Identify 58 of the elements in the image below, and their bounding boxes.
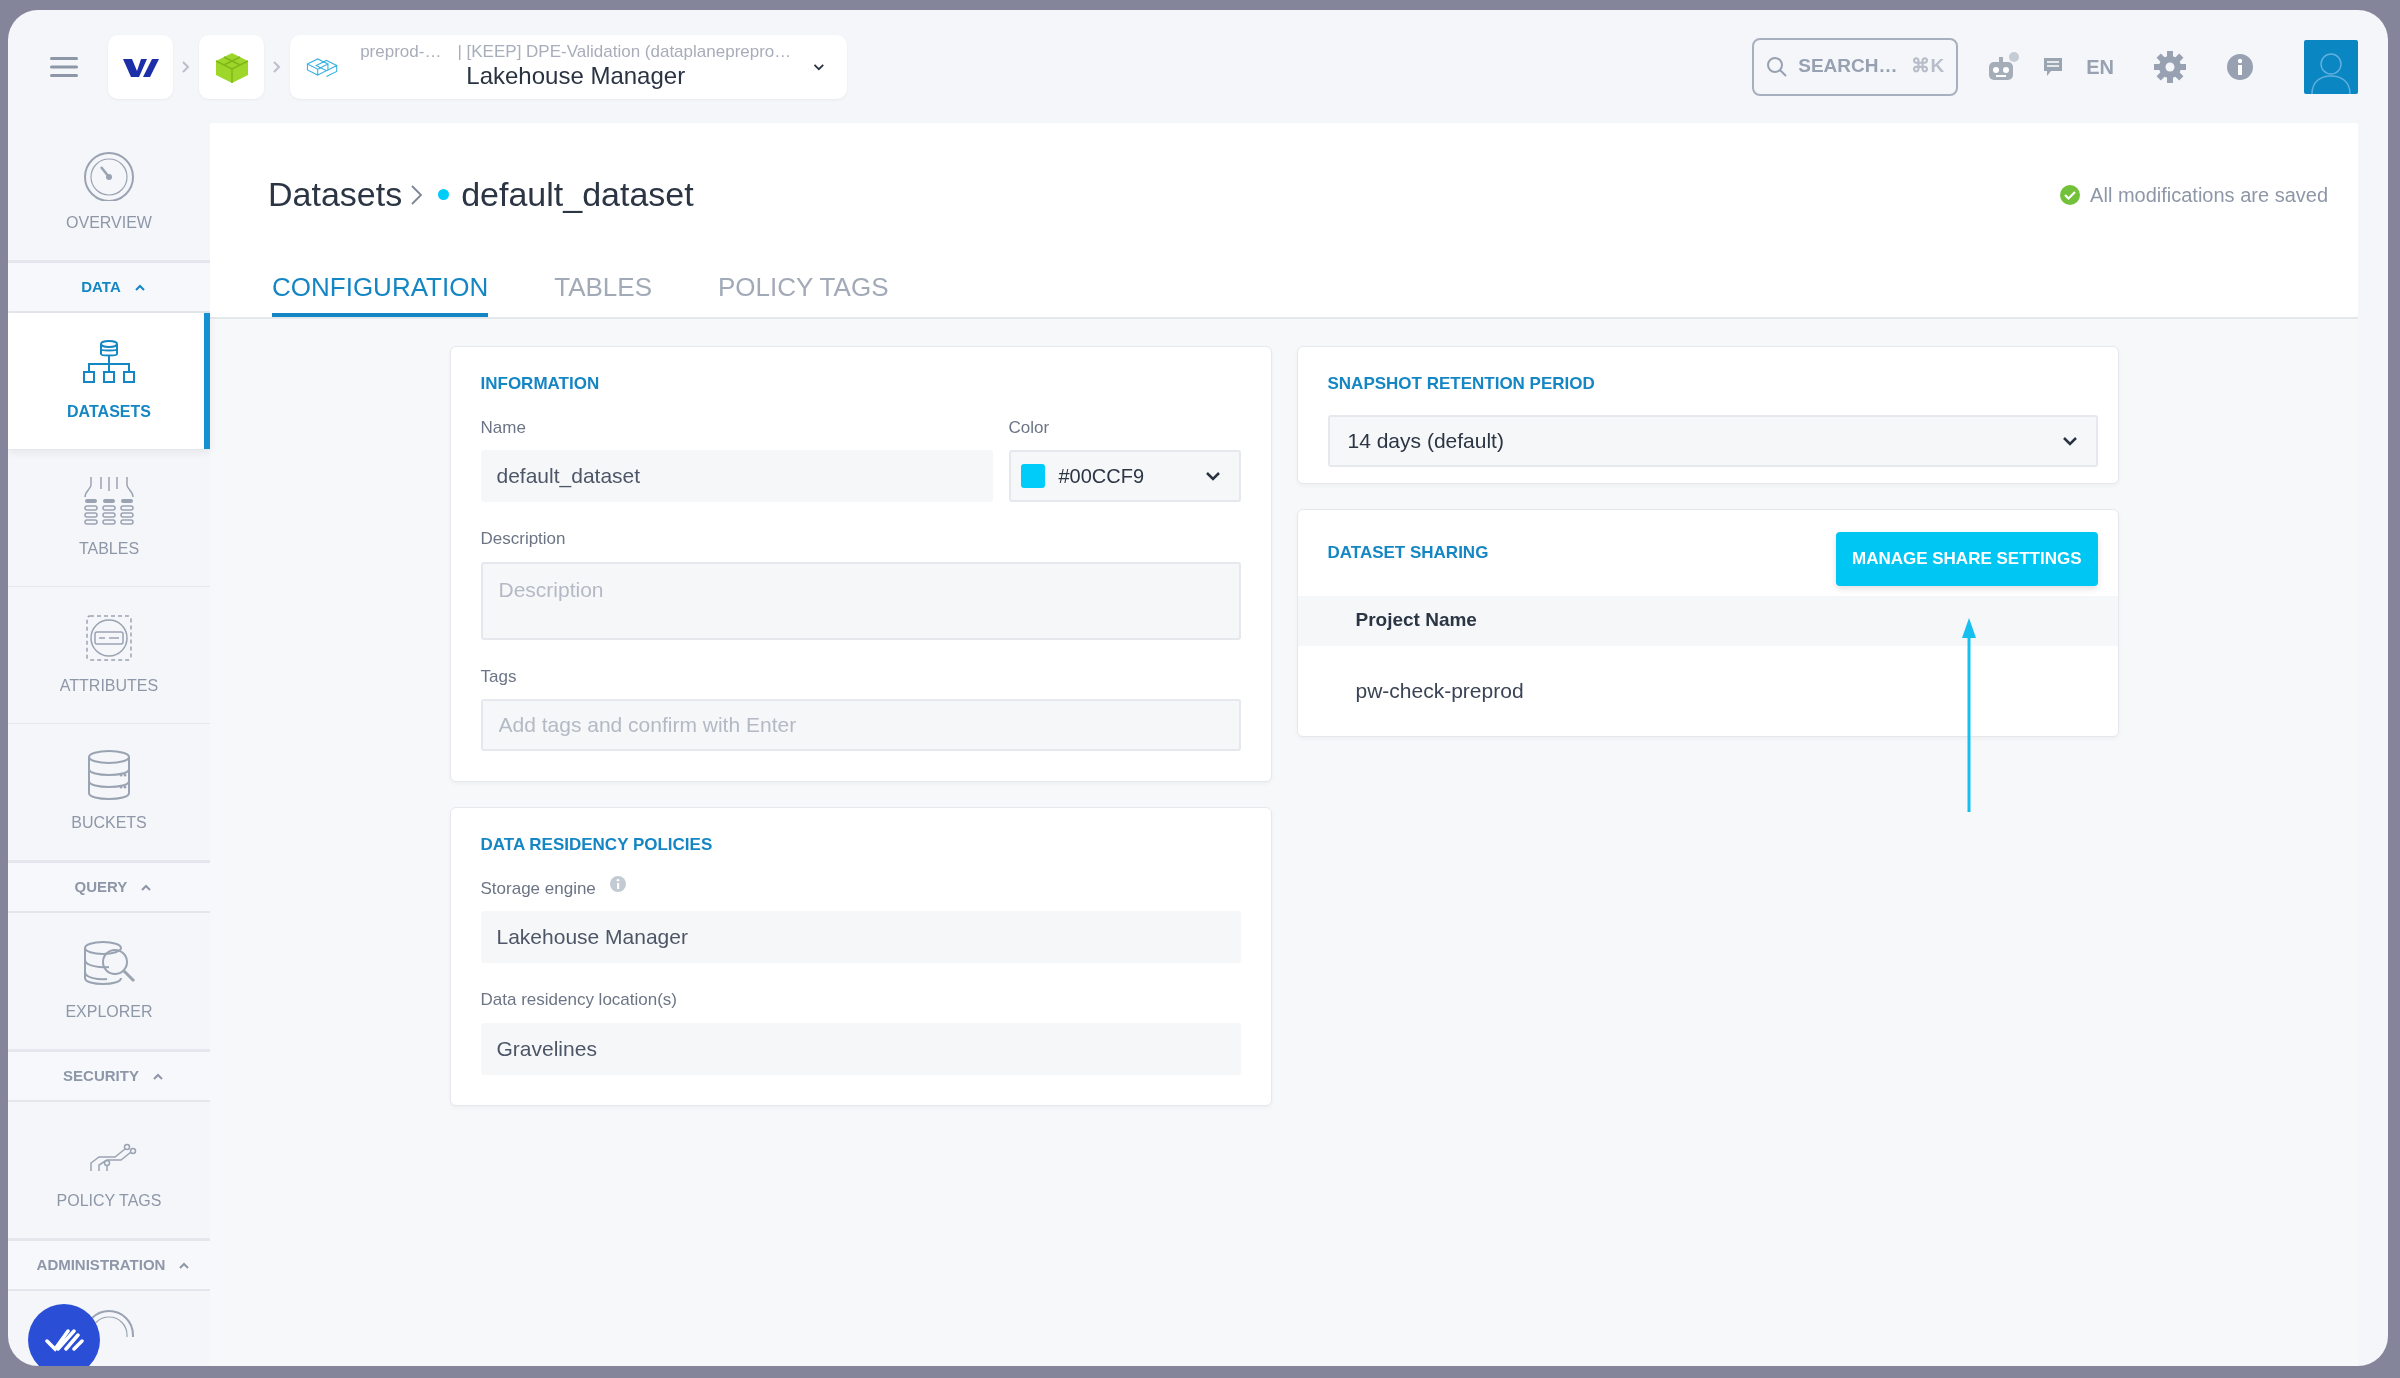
field-label: Name (480, 416, 526, 439)
info-icon[interactable] (2226, 52, 2254, 81)
search-icon (1766, 55, 1789, 78)
page-title: default_dataset (461, 174, 694, 215)
field-label: Color (1008, 416, 1050, 439)
info-icon (609, 875, 626, 892)
check-circle-icon (2060, 184, 2081, 205)
tab[interactable]: TABLES (554, 268, 652, 317)
language-label[interactable]: EN (2086, 51, 2114, 82)
table-cell-text: pw-check-preprod (1355, 677, 1524, 704)
field-label: Storage engine (480, 877, 596, 900)
menu-icon[interactable] (50, 56, 78, 77)
readonly-field[interactable]: Gravelines (480, 1022, 1241, 1075)
logo-icon (122, 56, 159, 77)
sidebar-section[interactable]: DATA (8, 261, 210, 313)
chevron-icon (410, 183, 425, 206)
robot-icon[interactable] (1986, 51, 2021, 82)
save-status: All modifications are saved (2090, 182, 2328, 208)
tab[interactable]: POLICY TAGS (717, 268, 889, 317)
tags-field[interactable]: Add tags and confirm with Enter (480, 699, 1241, 751)
field-label: Tags (480, 665, 517, 688)
project-name: preprod-… (360, 41, 442, 63)
color-dropdown[interactable]: #00CCF9 (1008, 450, 1241, 502)
sidebar-section[interactable]: SECURITY (8, 1050, 210, 1102)
chat-launcher-button[interactable] (28, 1304, 100, 1366)
manage-share-button[interactable]: MANAGE SHARE SETTINGS (1835, 531, 2098, 586)
description-field[interactable]: Description (480, 561, 1241, 640)
workspace-name: | [KEEP] DPE-Validation (dataplaneprepro… (457, 41, 792, 63)
context-selector[interactable]: preprod-… | [KEEP] DPE-Validation (dataplaneprepro… Lakehouse Manager (290, 34, 847, 99)
chevron-down-icon (813, 61, 825, 72)
chevron-down-icon (1204, 471, 1221, 481)
readonly-field[interactable]: Lakehouse Manager (480, 911, 1241, 963)
section-title: INFORMATION (480, 373, 601, 395)
project-button[interactable] (199, 34, 264, 99)
field-label: Description (480, 528, 566, 550)
settings-icon[interactable] (2154, 50, 2186, 83)
field-label: Data residency location(s) (480, 989, 678, 1011)
sidebar-section[interactable]: ADMINISTRATION (8, 1239, 210, 1291)
chevron-icon (181, 59, 191, 74)
chevron-icon (272, 59, 282, 74)
table-stack-icon (81, 475, 137, 527)
shortcut-hint: ⌘K (1911, 54, 1945, 79)
sidebar-section[interactable]: QUERY (8, 861, 210, 913)
chat-icon[interactable] (2042, 55, 2065, 78)
column-header: Project Name (1355, 608, 1477, 633)
chevron-down-icon (2061, 435, 2078, 446)
name-field[interactable]: default_dataset (480, 450, 993, 502)
section-title: DATASET SHARING (1327, 541, 1489, 564)
cubes-icon (213, 50, 250, 83)
section-title: SNAPSHOT RETENTION PERIOD (1327, 373, 1596, 395)
breadcrumb-link[interactable]: Datasets (268, 169, 403, 220)
sidebar-item[interactable]: DATASETS (8, 313, 210, 450)
retention-dropdown[interactable]: 14 days (default) (1327, 414, 2098, 467)
app-name: Lakehouse Manager (465, 62, 687, 92)
search-field[interactable]: SEARCH… ⌘K (1752, 37, 1959, 96)
logo-button[interactable] (108, 34, 173, 99)
section-title: DATA RESIDENCY POLICIES (480, 834, 714, 856)
user-avatar[interactable] (2304, 39, 2358, 94)
